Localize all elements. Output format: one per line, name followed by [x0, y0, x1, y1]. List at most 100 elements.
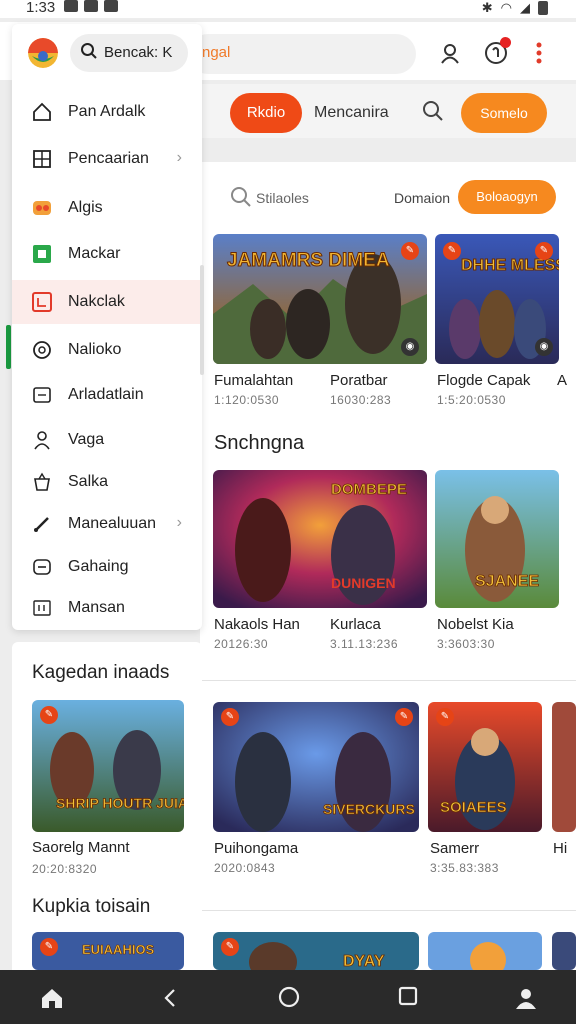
game-logo-text: SIVERCKURS [323, 801, 415, 817]
drawer-item-vaga[interactable]: Vaga [12, 418, 202, 462]
drawer-item-label: Algis [68, 199, 103, 216]
game-title[interactable]: A [557, 372, 567, 389]
game-card[interactable]: SOIAEES ✎ [428, 702, 542, 832]
game-title[interactable]: Nakaols Han [214, 616, 300, 633]
system-navigation-bar [0, 970, 576, 1024]
recents-icon[interactable] [398, 986, 418, 1012]
search-icon[interactable] [422, 100, 444, 128]
game-title[interactable]: Kurlaca [330, 616, 381, 633]
game-card[interactable] [552, 932, 576, 970]
featured-title: Kagedan inaads [32, 662, 170, 683]
favorite-icon[interactable]: ✎ [436, 708, 454, 726]
game-logo-text: SJANEE [475, 573, 539, 590]
game-logo-text: SOIAEES [440, 799, 507, 816]
status-notification-icons [64, 0, 118, 12]
search-icon[interactable] [230, 186, 252, 214]
shield-icon [30, 338, 54, 362]
drawer-item-search[interactable]: Pencaarian › [12, 137, 202, 181]
drawer-item-nalioko[interactable]: Nalioko [12, 328, 202, 372]
drawer-item-label: Mansan [68, 599, 125, 616]
chevron-right-icon: › [176, 149, 182, 166]
back-icon[interactable] [160, 986, 180, 1016]
game-card[interactable]: DOMBEPE DUNIGEN [213, 470, 427, 608]
status-bar: 1:33 ✱ ◠ ◢ [0, 0, 576, 18]
game-title[interactable]: Poratbar [330, 372, 388, 389]
green-square-icon [30, 242, 54, 266]
user-icon[interactable] [437, 40, 463, 66]
bluetooth-icon: ✱ [481, 0, 493, 15]
favorite-icon[interactable]: ✎ [40, 706, 58, 724]
drawer-item-mansan[interactable]: Mansan [12, 586, 202, 630]
drawer-item-label: Nakclak [68, 293, 125, 310]
filter-domain-text[interactable]: Domaion [394, 190, 450, 206]
drawer-item-gahaing[interactable]: Gahaing [12, 545, 202, 589]
game-title[interactable]: Puihongama [214, 840, 298, 857]
drawer-edge-indicator [6, 325, 11, 369]
game-title[interactable]: Fumalahtan [214, 372, 293, 389]
wifi-icon: ◠ [500, 0, 512, 15]
game-title[interactable]: Hi [553, 840, 567, 857]
app-logo-icon[interactable] [28, 38, 58, 68]
game-card[interactable]: DYAY ✎ [213, 932, 419, 970]
game-card[interactable]: DHHE MLESS ✎ ✎ ◉ [435, 234, 559, 364]
game-meta: 16030:283 [330, 393, 392, 407]
drawer-search-input[interactable]: Bencak: K [70, 34, 188, 72]
game-cover-art [552, 932, 576, 970]
game-title[interactable]: Samerr [430, 840, 479, 857]
status-system-icons: ✱ ◠ ◢ [482, 0, 548, 16]
game-title[interactable]: Flogde Capak [437, 372, 530, 389]
drawer-item-salka[interactable]: Salka [12, 460, 202, 504]
game-logo-text: DUNIGEN [331, 575, 396, 591]
category-tab[interactable]: Mencanira [314, 104, 389, 122]
game-card[interactable]: SIVERCKURS ✎ ✎ [213, 702, 419, 832]
home-icon[interactable] [40, 986, 64, 1016]
game-card[interactable] [428, 932, 542, 970]
filter-search-text[interactable]: Stilaoles [256, 190, 309, 206]
game-logo-text: SHRIP HOUTR JUIAYS [56, 795, 184, 811]
game-meta: 3:35.83:383 [430, 861, 499, 875]
game-meta: 2020:0843 [214, 861, 276, 875]
game-card[interactable]: EUIAAHIOS ✎ [32, 932, 184, 970]
header-search-bar[interactable]: ngal [188, 34, 416, 74]
favorite-icon[interactable]: ✎ [535, 242, 553, 260]
filter-button[interactable]: Boloaogyn [458, 180, 556, 214]
game-card[interactable]: SJANEE [435, 470, 559, 608]
home-circle-icon[interactable] [278, 986, 300, 1014]
drawer-item-mackar[interactable]: Mackar [12, 232, 202, 276]
game-card[interactable] [552, 702, 576, 832]
favorite-icon[interactable]: ✎ [40, 938, 58, 956]
category-pill-button[interactable]: Somelo [461, 93, 547, 133]
main-content: Stilaoles Domaion Boloaogyn JAMAMRS DIME… [200, 162, 576, 970]
game-title[interactable]: Saorelg Mannt [32, 839, 130, 856]
drawer-item-home[interactable]: Pan Ardalk [12, 90, 202, 134]
favorite-icon[interactable]: ✎ [395, 708, 413, 726]
profile-icon[interactable] [514, 986, 538, 1016]
category-pill-active[interactable]: Rkdio [230, 93, 302, 133]
game-card[interactable]: SHRIP HOUTR JUIAYS ✎ [32, 700, 184, 832]
drawer-item-manealuuan[interactable]: Manealuuan › [12, 502, 202, 546]
game-meta: 20126:30 [214, 637, 269, 651]
game-card[interactable]: JAMAMRS DIMEA ✎ ◉ [213, 234, 427, 364]
favorite-icon[interactable]: ✎ [221, 708, 239, 726]
section-divider [200, 910, 576, 911]
game-meta: 3.11.13:236 [330, 637, 399, 651]
notification-icon [104, 0, 118, 12]
drawer-item-label: Manealuuan [68, 515, 157, 532]
drawer-item-algis[interactable]: Algis [12, 186, 202, 230]
game-cover-art: JAMAMRS DIMEA [213, 234, 427, 364]
drawer-scrollbar[interactable] [200, 265, 204, 375]
red-square-icon [30, 290, 54, 314]
favorite-icon[interactable]: ✎ [443, 242, 461, 260]
drawer-item-arladatlain[interactable]: Arladatlain [12, 373, 202, 417]
game-meta: 1:5:20:0530 [437, 393, 506, 407]
drawer-item-nakclak[interactable]: Nakclak [12, 280, 202, 324]
notification-icon[interactable] [483, 37, 511, 66]
notification-icon [84, 0, 98, 12]
notification-icon [64, 0, 78, 12]
game-title[interactable]: Nobelst Kia [437, 616, 514, 633]
favorite-icon[interactable]: ✎ [401, 242, 419, 260]
drawer-item-label: Gahaing [68, 558, 129, 575]
home-icon [30, 100, 54, 124]
more-icon[interactable] [526, 40, 552, 66]
favorite-icon[interactable]: ✎ [221, 938, 239, 956]
